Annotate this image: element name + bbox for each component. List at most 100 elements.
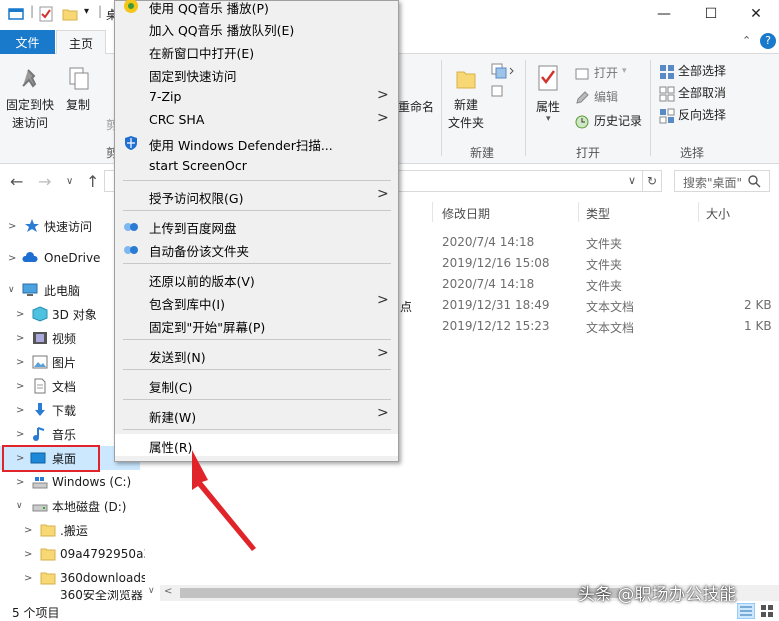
edit-button[interactable]: 编辑 — [594, 88, 618, 106]
menu-item-new[interactable]: 新建(W) > — [115, 404, 398, 426]
scrollbar-thumb[interactable] — [180, 588, 620, 598]
recent-locations-icon[interactable]: ∨ — [66, 176, 73, 187]
scroll-down-icon[interactable]: ∨ — [148, 586, 155, 596]
file-size: 2 KB — [744, 298, 772, 312]
menu-item-7zip[interactable]: 7-Zip > — [115, 86, 398, 108]
tab-file[interactable]: 文件 — [0, 30, 55, 54]
back-arrow-icon[interactable]: ← — [10, 172, 23, 191]
minimize-button[interactable]: — — [641, 0, 687, 28]
chevron-right-icon[interactable]: > — [8, 221, 16, 232]
chevron-right-icon[interactable]: > — [24, 573, 32, 584]
submenu-arrow-icon: > — [377, 345, 389, 361]
up-arrow-icon[interactable]: ↑ — [86, 172, 99, 191]
menu-item-qq-play[interactable]: 使用 QQ音乐 播放(P) — [115, 0, 398, 17]
file-date: 2020/7/4 14:18 — [442, 235, 535, 249]
rename-button[interactable]: 重命名 — [398, 98, 434, 116]
properties-dropdown-icon[interactable]: ▾ — [546, 114, 551, 124]
copy-button[interactable]: 复制 — [66, 96, 90, 114]
file-type: 文本文档 — [586, 300, 635, 314]
menu-item-open-new-window[interactable]: 在新窗口中打开(E) — [115, 40, 398, 62]
chevron-right-icon[interactable]: > — [16, 405, 24, 416]
chevron-right-icon[interactable]: > — [16, 357, 24, 368]
tab-home[interactable]: 主页 — [56, 30, 106, 55]
menu-item-pin-start[interactable]: 固定到"开始"屏幕(P) — [115, 314, 398, 336]
help-icon[interactable]: ? — [760, 33, 776, 49]
select-all-button[interactable]: 全部选择 — [678, 62, 726, 80]
close-button[interactable]: ✕ — [733, 0, 779, 28]
new-item-icons[interactable] — [490, 62, 516, 102]
column-modified[interactable]: 修改日期 — [442, 205, 490, 222]
large-icons-view-icon[interactable] — [759, 603, 775, 619]
chevron-right-icon[interactable]: > — [16, 477, 24, 488]
chevron-right-icon[interactable]: > — [16, 309, 24, 320]
pin-label-2[interactable]: 速访问 — [12, 114, 48, 132]
new-folder-label-1[interactable]: 新建 — [454, 96, 478, 114]
nav-item-drive-d[interactable]: ∨ 本地磁盘 (D:) — [0, 494, 140, 518]
properties-icon — [538, 65, 558, 91]
menu-item-send-to[interactable]: 发送到(N) > — [115, 344, 398, 366]
menu-label: start ScreenOcr — [149, 158, 247, 173]
item-count: 5 个项目 — [12, 606, 60, 620]
menu-item-auto-backup[interactable]: 自动备份该文件夹 — [115, 238, 398, 260]
baidu-netdisk-icon — [124, 223, 138, 231]
nav-item-folder[interactable]: > 09a4792950a3 — [0, 542, 145, 566]
maximize-button[interactable]: ☐ — [688, 0, 734, 28]
menu-item-upload-baidu[interactable]: 上传到百度网盘 — [115, 215, 398, 237]
pin-label-1[interactable]: 固定到快 — [6, 96, 54, 114]
details-view-icon[interactable] — [737, 603, 755, 619]
nav-label: 09a4792950a3 — [60, 547, 145, 561]
address-dropdown-icon[interactable]: ∨ — [628, 174, 636, 187]
chevron-right-icon[interactable]: > — [24, 525, 32, 536]
new-folder-quick-icon[interactable] — [62, 6, 78, 22]
menu-label: 固定到"开始"屏幕(P) — [149, 320, 266, 335]
nav-label: 下载 — [52, 403, 77, 418]
menu-item-grant-access[interactable]: 授予访问权限(G) > — [115, 185, 398, 207]
file-date: 2019/12/16 15:08 — [442, 256, 550, 270]
new-folder-label-2[interactable]: 文件夹 — [448, 114, 484, 132]
menu-item-copy[interactable]: 复制(C) — [115, 374, 398, 396]
nav-label: 本地磁盘 (D:) — [52, 499, 127, 514]
customize-quick-access-icon[interactable]: ▾ — [84, 6, 89, 17]
menu-item-include-library[interactable]: 包含到库中(I) > — [115, 291, 398, 313]
select-none-button[interactable]: 全部取消 — [678, 84, 726, 102]
chevron-right-icon[interactable]: > — [24, 549, 32, 560]
scroll-left-icon[interactable]: < — [164, 586, 172, 597]
history-button[interactable]: 历史记录 — [594, 112, 642, 130]
open-dropdown-icon[interactable]: ▾ — [622, 66, 627, 76]
chevron-right-icon[interactable]: > — [16, 333, 24, 344]
properties-checkmark-icon[interactable] — [38, 6, 54, 22]
nav-item-drive-c[interactable]: > Windows (C:) — [0, 470, 140, 494]
folder-icon — [40, 572, 56, 585]
collapse-ribbon-icon[interactable]: ⌃ — [742, 34, 751, 47]
menu-item-restore-versions[interactable]: 还原以前的版本(V) — [115, 268, 398, 290]
menu-item-crc-sha[interactable]: CRC SHA > — [115, 109, 398, 131]
chevron-right-icon[interactable]: > — [8, 253, 16, 264]
cloud-icon — [22, 252, 38, 262]
history-icon — [575, 115, 589, 129]
menu-label: 在新窗口中打开(E) — [149, 46, 255, 61]
forward-arrow-icon[interactable]: → — [38, 172, 51, 191]
menu-item-pin-quick-access[interactable]: 固定到快速访问 — [115, 63, 398, 85]
menu-item-screenocr[interactable]: start ScreenOcr — [115, 155, 398, 177]
menu-item-defender-scan[interactable]: 使用 Windows Defender扫描... — [115, 132, 398, 154]
baidu-netdisk-icon — [124, 246, 138, 254]
chevron-down-icon[interactable]: ∨ — [16, 501, 23, 511]
chevron-right-icon[interactable]: > — [16, 429, 24, 440]
chevron-right-icon[interactable]: > — [16, 381, 24, 392]
search-icon[interactable] — [748, 175, 761, 188]
nav-item-folder[interactable]: > 360downloads — [0, 566, 145, 590]
menu-label: 固定到快速访问 — [149, 69, 237, 84]
submenu-arrow-icon: > — [377, 110, 389, 126]
column-type[interactable]: 类型 — [586, 205, 610, 222]
open-button[interactable]: 打开 — [594, 64, 618, 82]
refresh-icon[interactable]: ↻ — [642, 170, 662, 192]
chevron-down-icon[interactable]: ∨ — [8, 285, 15, 295]
menu-label: 复制(C) — [149, 380, 193, 395]
file-type: 文件夹 — [586, 258, 623, 272]
nav-item-folder[interactable]: 360安全浏览器 — [0, 590, 145, 601]
menu-item-qq-queue[interactable]: 加入 QQ音乐 播放队列(E) — [115, 17, 398, 39]
invert-selection-button[interactable]: 反向选择 — [678, 106, 726, 124]
column-size[interactable]: 大小 — [706, 205, 730, 222]
nav-item-folder[interactable]: > .搬运 — [0, 518, 145, 542]
cube-icon — [32, 306, 48, 322]
